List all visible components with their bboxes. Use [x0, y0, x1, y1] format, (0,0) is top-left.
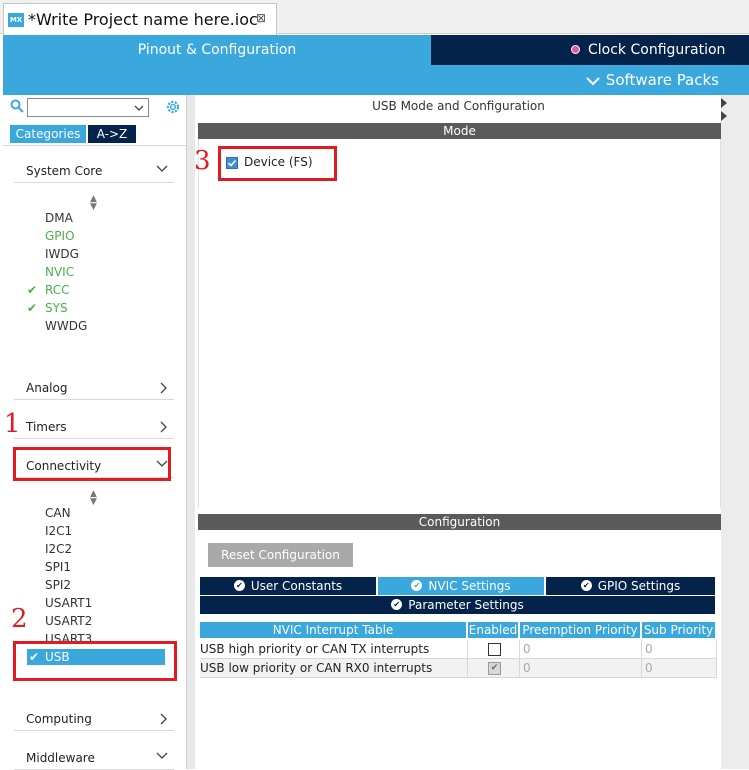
tab-label: NVIC Settings [428, 579, 511, 593]
tab-categories[interactable]: Categories [10, 125, 86, 143]
section-label: Computing [26, 712, 92, 726]
tab-gpio-settings[interactable]: ✔ GPIO Settings [546, 577, 715, 595]
tab-parameter-settings[interactable]: ✔ Parameter Settings [200, 596, 715, 614]
list-item-can[interactable]: CAN [45, 506, 71, 520]
column-header-sub-priority[interactable]: Sub Priority [642, 622, 715, 638]
chevron-right-icon[interactable] [721, 97, 729, 123]
table-cell-interrupt-name: USB high priority or CAN TX interrupts [200, 640, 468, 659]
check-circle-icon: ✔ [580, 580, 592, 591]
tab-nvic-settings[interactable]: ✔ NVIC Settings [378, 577, 544, 595]
tab-user-constants[interactable]: ✔ User Constants [200, 577, 376, 595]
section-middleware[interactable]: Middleware [14, 744, 174, 770]
mode-area [198, 139, 721, 508]
list-item-sys[interactable]: SYS [45, 301, 68, 315]
check-circle-icon: ✔ [411, 580, 423, 591]
sort-icon[interactable]: ▲ ▼ [90, 195, 97, 212]
section-label: System Core [26, 164, 103, 178]
mode-section-header: Mode [198, 123, 721, 139]
divider [3, 145, 187, 146]
panel-title: USB Mode and Configuration [372, 99, 545, 113]
section-system-core[interactable]: System Core [14, 157, 174, 183]
usb-configuration-panel: USB Mode and Configuration Mode Device (… [196, 95, 749, 769]
software-packs-bar: Software Packs [3, 65, 749, 95]
list-item-i2c2[interactable]: I2C2 [45, 542, 72, 556]
annotation-box-usb [13, 641, 177, 681]
gear-icon[interactable] [165, 99, 181, 115]
right-panel-scrollbar[interactable] [721, 95, 749, 769]
table-cell-enabled[interactable] [468, 640, 520, 659]
search-input[interactable] [27, 98, 149, 117]
table-cell-sub-priority[interactable]: 0 [642, 659, 717, 678]
chevron-down-icon [586, 76, 600, 85]
column-header-enabled[interactable]: Enabled [468, 622, 518, 638]
annotation-box-connectivity [13, 447, 171, 481]
search-icon [10, 99, 24, 113]
list-item-nvic[interactable]: NVIC [45, 265, 74, 279]
list-item-iwdg[interactable]: IWDG [45, 247, 79, 261]
left-panel-scrollbar[interactable] [187, 95, 195, 769]
main-tab-bar: Pinout & Configuration Clock Configurati… [3, 35, 749, 65]
table-cell-preemption[interactable]: 0 [520, 659, 642, 678]
annotation-box-device-fs [218, 146, 337, 181]
list-item-wwdg[interactable]: WWDG [45, 319, 87, 333]
tab-label: GPIO Settings [597, 579, 681, 593]
list-item-gpio[interactable]: GPIO [45, 229, 75, 243]
column-header-preemption-priority[interactable]: Preemption Priority [520, 622, 640, 638]
tab-clock-label: Clock Configuration [588, 42, 726, 58]
chevron-down-icon[interactable] [134, 103, 144, 113]
file-tab-title[interactable]: *Write Project name here.ioc [28, 10, 258, 29]
chevron-right-icon [160, 382, 167, 394]
list-item-usart1[interactable]: USART1 [45, 596, 92, 610]
list-item-i2c1[interactable]: I2C1 [45, 524, 72, 538]
close-tab-icon[interactable]: ⊠ [256, 11, 266, 25]
tab-label: Parameter Settings [408, 598, 524, 612]
section-label: Analog [26, 381, 68, 395]
tab-a-to-z[interactable]: A->Z [88, 125, 136, 143]
tab-label: User Constants [250, 579, 343, 593]
configuration-section-header: Configuration [198, 514, 721, 530]
software-packs-label: Software Packs [605, 71, 719, 89]
list-item-rcc[interactable]: RCC [45, 283, 70, 297]
table-cell-preemption[interactable]: 0 [520, 640, 642, 659]
check-circle-icon: ✔ [233, 580, 245, 591]
section-timers[interactable]: Timers [14, 413, 174, 439]
annotation-number-2: 2 [11, 604, 28, 634]
enabled-checkbox[interactable] [488, 643, 501, 656]
check-icon: ✔ [27, 301, 38, 315]
tab-pinout-configuration[interactable]: Pinout & Configuration [3, 35, 431, 65]
table-cell-enabled[interactable]: ✔ [468, 659, 520, 678]
section-label: Middleware [26, 751, 95, 765]
section-computing[interactable]: Computing [14, 705, 174, 731]
software-packs-menu[interactable]: Software Packs [586, 65, 719, 95]
chevron-right-icon [160, 421, 167, 433]
list-item-spi2[interactable]: SPI2 [45, 578, 71, 592]
check-icon: ✔ [27, 283, 38, 297]
file-tab[interactable]: MX *Write Project name here.ioc ⊠ [3, 3, 277, 35]
sort-icon[interactable]: ▲ ▼ [90, 490, 97, 507]
enabled-checkbox[interactable]: ✔ [488, 662, 501, 675]
annotation-number-1: 1 [4, 409, 21, 439]
chevron-right-icon [160, 713, 167, 725]
mx-logo-icon: MX [8, 13, 24, 27]
section-analog[interactable]: Analog [14, 374, 174, 400]
table-cell-sub-priority[interactable]: 0 [642, 640, 717, 659]
tab-clock-configuration[interactable]: Clock Configuration [431, 35, 749, 65]
list-item-usart2[interactable]: USART2 [45, 614, 92, 628]
table-cell-interrupt-name: USB low priority or CAN RX0 interrupts [200, 659, 468, 678]
clock-status-dot-icon [571, 44, 580, 54]
reset-configuration-button[interactable]: Reset Configuration [208, 543, 353, 567]
check-circle-icon: ✔ [391, 599, 403, 610]
section-label: Timers [26, 420, 67, 434]
annotation-number-3: 3 [194, 146, 211, 176]
column-header-nvic-interrupt-table[interactable]: NVIC Interrupt Table [200, 622, 466, 638]
chevron-down-icon [156, 165, 168, 172]
list-item-spi1[interactable]: SPI1 [45, 560, 71, 574]
chevron-down-icon [156, 752, 168, 759]
list-item-dma[interactable]: DMA [45, 211, 73, 225]
